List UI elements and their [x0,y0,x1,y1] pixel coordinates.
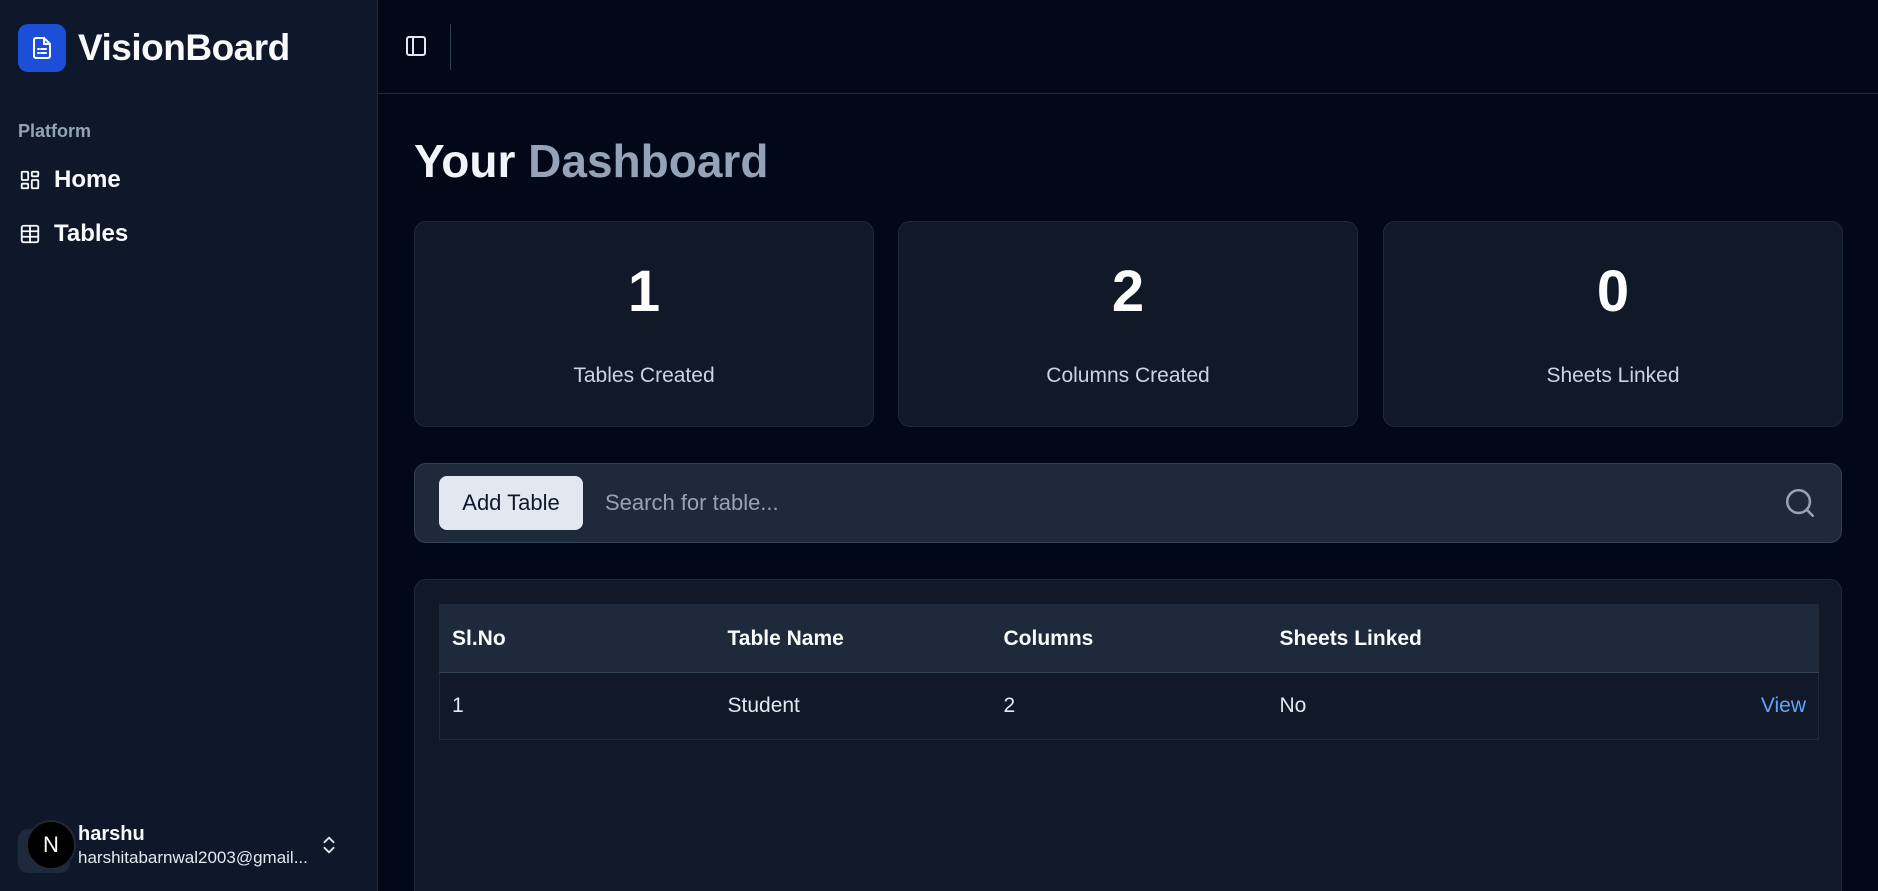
stat-card-sheets: 0 Sheets Linked [1383,221,1843,427]
stat-card-tables: 1 Tables Created [414,221,874,427]
user-name: harshu [78,822,145,845]
document-icon [18,24,66,72]
page-title: Your Dashboard [414,134,768,188]
stat-label: Sheets Linked [1546,364,1680,387]
column-header-sheets: Sheets Linked [1267,604,1544,673]
column-header-name: Table Name [715,604,992,673]
page-title-part1: Your [414,135,516,187]
table-row: 1 Student 2 No View [439,672,1819,740]
sidebar-group-label: Platform [18,121,92,141]
stat-label: Tables Created [573,364,715,387]
nextjs-logo-icon: N [43,832,59,857]
avatar[interactable]: N [18,815,78,875]
chevrons-up-down-icon[interactable] [318,833,340,857]
brand-name: VisionBoard [78,27,290,68]
user-email: harshitabarnwal2003@gmail... [78,847,308,867]
table-icon [18,222,42,246]
tables-table: Sl.No Table Name Columns Sheets Linked 1… [439,604,1819,740]
stat-value: 1 [627,259,661,324]
user-menu[interactable]: N harshu harshitabarnwal2003@gmail... [18,815,358,875]
topbar-divider [450,24,451,70]
topbar [378,0,1878,94]
sidebar-item-tables[interactable]: Tables [18,214,358,254]
stat-label: Columns Created [1046,364,1210,387]
sidebar: VisionBoard Platform Home Tables N harsh… [0,0,378,891]
avatar-initial: N [43,832,59,857]
stat-value: 0 [1596,259,1630,324]
sidebar-item-label: Home [54,166,121,193]
column-header-columns: Columns [991,604,1268,673]
cell-name: Student [715,672,992,740]
page-title-part2: Dashboard [528,135,769,187]
tables-list-card: Sl.No Table Name Columns Sheets Linked 1… [414,579,1842,891]
brand[interactable]: VisionBoard [18,24,290,72]
sidebar-toggle-icon[interactable] [404,34,428,58]
table-toolbar: Add Table [414,463,1842,543]
cell-slno: 1 [439,672,716,740]
search-input[interactable] [605,478,1765,528]
cell-columns: 2 [991,672,1268,740]
dashboard-grid-icon [18,168,42,192]
sidebar-item-home[interactable]: Home [18,160,358,200]
stat-card-columns: 2 Columns Created [898,221,1358,427]
view-link[interactable]: View [1543,672,1819,740]
add-table-button[interactable]: Add Table [439,476,583,530]
search-icon[interactable] [1783,486,1817,520]
column-header-action [1543,604,1819,673]
cell-sheets: No [1267,672,1544,740]
sidebar-item-label: Tables [54,220,129,247]
column-header-slno: Sl.No [439,604,716,673]
table-header-row: Sl.No Table Name Columns Sheets Linked [439,604,1819,673]
stat-value: 2 [1111,259,1145,324]
